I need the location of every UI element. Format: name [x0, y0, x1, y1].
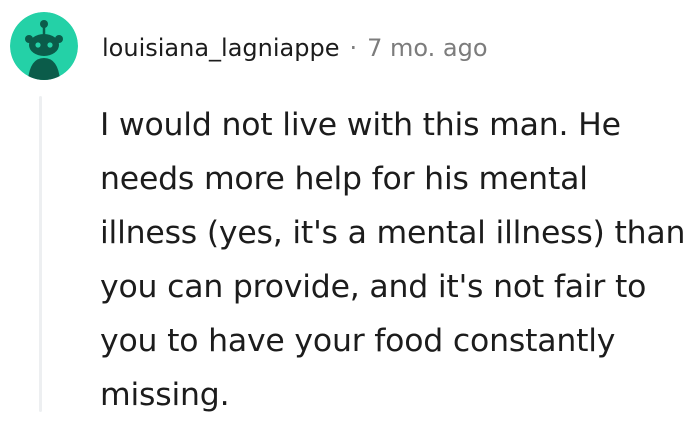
comment: louisiana_lagniappe · 7 mo. ago I would …	[0, 0, 700, 413]
comment-body: I would not live with this man. He needs…	[100, 98, 696, 422]
comment-body-line: illness (yes, it's a mental illness) tha…	[100, 215, 686, 251]
comment-author[interactable]: louisiana_lagniappe	[102, 34, 339, 62]
comment-meta: louisiana_lagniappe · 7 mo. ago	[102, 30, 488, 66]
comment-body-line: needs more help for his mental	[100, 161, 588, 197]
comment-body-line: I would not live with this man. He	[100, 107, 621, 143]
comment-timestamp[interactable]: 7 mo. ago	[367, 34, 487, 62]
comment-body-line: missing.	[100, 377, 230, 413]
thread-collapse-line[interactable]	[39, 96, 42, 412]
comment-body-line: you can provide, and it's not fair to	[100, 269, 647, 305]
user-avatar[interactable]	[10, 12, 78, 80]
comment-body-line: you to have your food constantly	[100, 323, 616, 359]
reddit-snoo-avatar-icon	[10, 12, 78, 80]
meta-separator: ·	[349, 34, 358, 62]
